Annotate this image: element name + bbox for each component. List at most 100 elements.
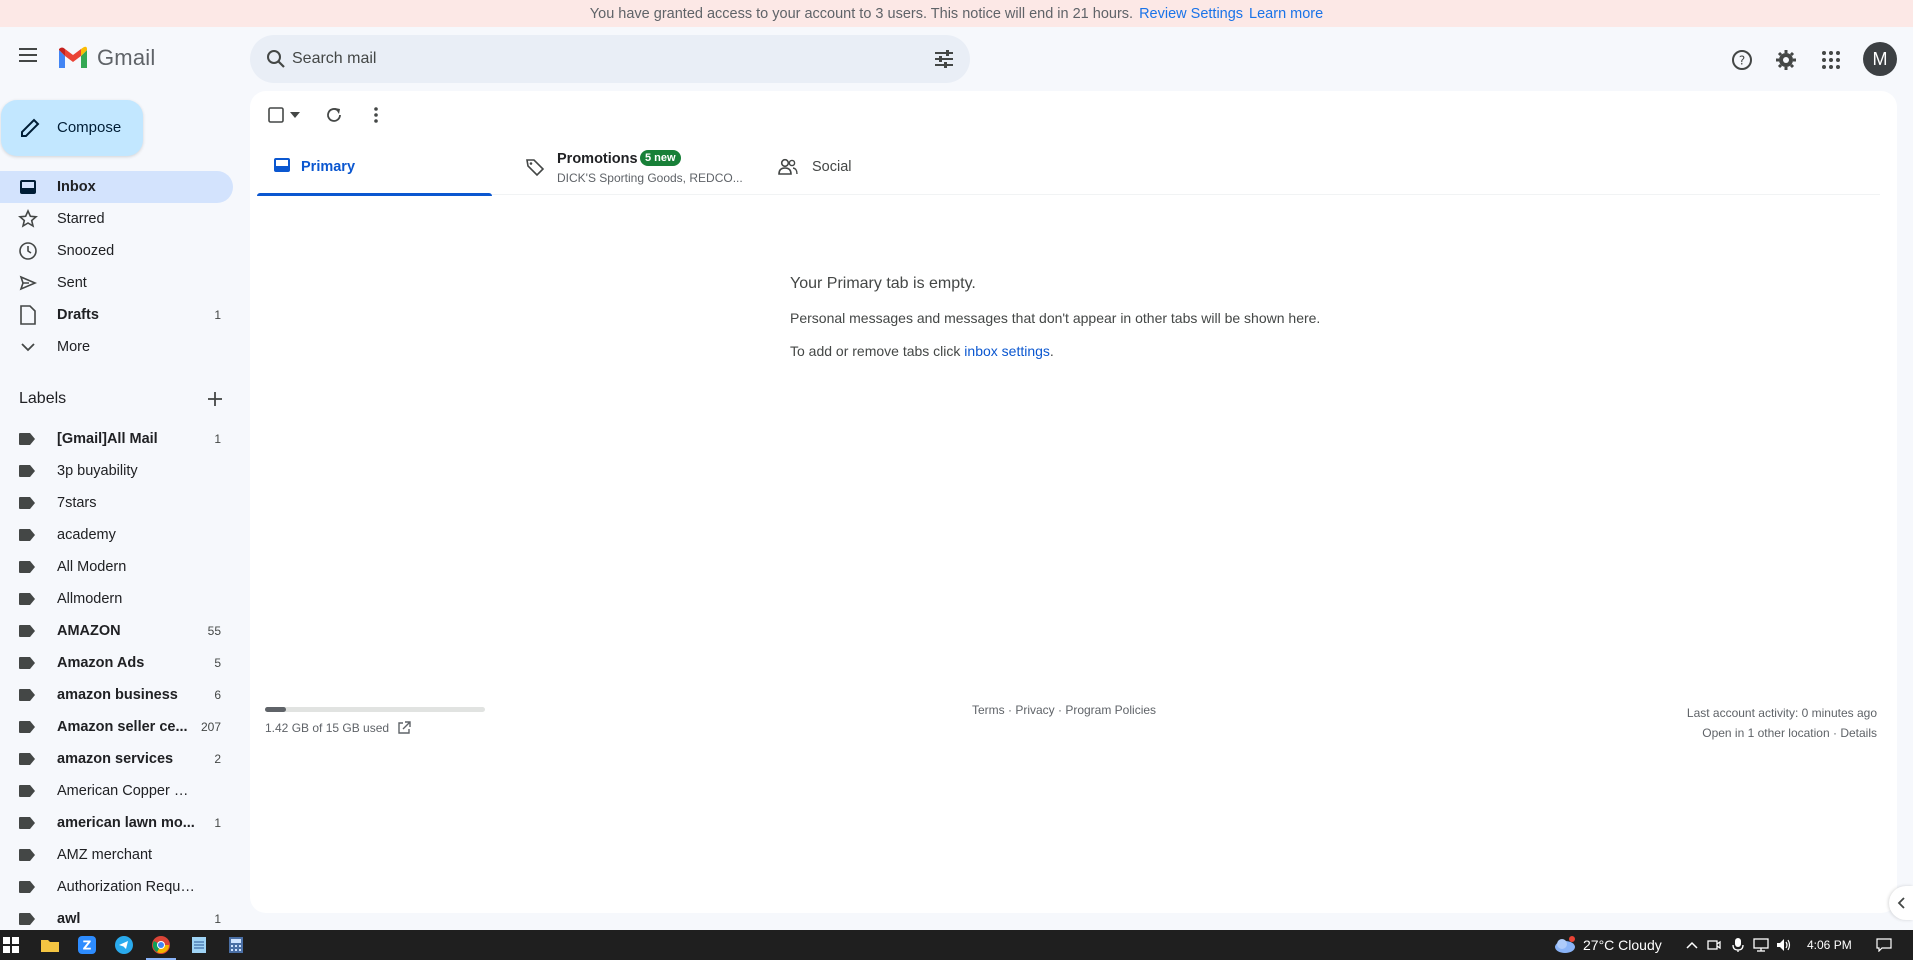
account-activity: Last account activity: 0 minutes ago Ope… [1687, 703, 1877, 743]
tab-social[interactable]: Social [762, 139, 962, 195]
notifications-button[interactable] [1873, 935, 1895, 955]
compose-button[interactable]: Compose [1, 100, 143, 156]
last-activity-text: Last account activity: 0 minutes ago [1686, 706, 1877, 720]
tray-network[interactable] [1750, 935, 1772, 955]
empty-hint-prefix: To add or remove tabs click [790, 343, 965, 359]
account-avatar[interactable]: M [1863, 42, 1897, 76]
camera-icon [1707, 940, 1721, 950]
label-icon [19, 881, 35, 893]
nav-item-inbox[interactable]: Inbox [0, 171, 233, 203]
taskbar-zoom[interactable]: Z [76, 935, 98, 955]
storage-text: 1.42 GB of 15 GB used [265, 721, 390, 735]
footer-links[interactable]: Terms · Privacy · Program Policies [972, 703, 1156, 717]
chevron-up-icon [1686, 941, 1698, 949]
apps-button[interactable] [1814, 43, 1848, 77]
search-bar[interactable] [250, 35, 970, 83]
label-name: Authorization Request [57, 879, 197, 895]
taskbar-notepad[interactable] [188, 935, 210, 955]
more-actions-button[interactable] [364, 103, 388, 127]
search-options-icon[interactable] [932, 47, 956, 71]
create-label-button[interactable] [204, 388, 226, 410]
label-icon [19, 913, 35, 925]
labels-heading: Labels [19, 390, 67, 407]
taskbar-telegram[interactable] [113, 935, 135, 955]
label-name: academy [57, 527, 116, 543]
label-item[interactable]: AMZ merchant [0, 839, 233, 871]
label-item[interactable]: Amazon Ads 5 [0, 647, 233, 679]
label-item[interactable]: [Gmail]All Mail 1 [0, 423, 233, 455]
weather-widget[interactable]: 27°C Cloudy [1553, 936, 1662, 954]
nav-item-starred[interactable]: Starred [0, 203, 233, 235]
taskbar-chrome[interactable] [146, 935, 176, 960]
label-item[interactable]: American Copper Brass [0, 775, 233, 807]
label-item[interactable]: AMAZON 55 [0, 615, 233, 647]
taskbar-file-explorer[interactable] [39, 935, 61, 955]
storage-info: 1.42 GB of 15 GB used [265, 721, 411, 735]
label-item[interactable]: academy [0, 519, 233, 551]
network-icon [1753, 938, 1769, 952]
inbox-icon [18, 177, 38, 197]
label-item[interactable]: Amazon seller ce... 207 [0, 711, 233, 743]
notepad-app-icon [192, 937, 206, 953]
search-icon[interactable] [264, 47, 288, 71]
tab-primary[interactable]: Primary [257, 139, 492, 196]
tab-promotions[interactable]: Promotions 5 new DICK'S Sporting Goods, … [507, 139, 752, 195]
label-item[interactable]: 3p buyability [0, 455, 233, 487]
nav-item-drafts[interactable]: Drafts 1 [0, 299, 233, 331]
label-name: All Modern [57, 559, 127, 575]
nav-item-more[interactable]: More [0, 331, 233, 363]
mail-toolbar [250, 91, 1897, 139]
label-item[interactable]: amazon services 2 [0, 743, 233, 775]
nav-item-sent[interactable]: Sent [0, 267, 233, 299]
system-clock[interactable]: 4:06 PM [1807, 938, 1852, 952]
speaker-icon [1777, 939, 1791, 951]
tab-social-label: Social [812, 159, 852, 175]
tag-icon [526, 159, 545, 177]
taskbar-calculator[interactable] [225, 935, 247, 955]
clock-icon [18, 241, 38, 261]
nav-count-drafts: 1 [214, 308, 221, 322]
tray-overflow-button[interactable] [1681, 935, 1703, 955]
inbox-settings-link[interactable]: inbox settings [964, 343, 1050, 359]
label-item[interactable]: Authorization Request [0, 871, 233, 903]
label-item[interactable]: 7stars [0, 487, 233, 519]
tray-microphone[interactable] [1727, 935, 1749, 955]
learn-more-link[interactable]: Learn more [1249, 6, 1323, 22]
tray-volume[interactable] [1773, 935, 1795, 955]
review-settings-link[interactable]: Review Settings [1139, 6, 1243, 22]
label-name: 3p buyability [57, 463, 138, 479]
activity-details-link[interactable]: Open in 1 other location · Details [1687, 723, 1877, 743]
inbox-icon [274, 158, 290, 172]
label-item[interactable]: amazon business 6 [0, 679, 233, 711]
label-count: 1 [214, 432, 221, 446]
chevron-down-icon [18, 337, 38, 357]
label-name: Amazon seller ce... [57, 719, 188, 735]
settings-button[interactable] [1769, 43, 1803, 77]
nav-item-snoozed[interactable]: Snoozed [0, 235, 233, 267]
help-icon: ? [1732, 50, 1752, 70]
label-name: American Copper Brass [57, 783, 197, 799]
label-item[interactable]: awl 1 [0, 903, 233, 930]
main-menu-button[interactable] [12, 38, 46, 72]
main-nav: Inbox Starred Snoozed Sent Drafts 1 More [0, 171, 233, 363]
label-count: 1 [214, 816, 221, 830]
label-icon [19, 465, 35, 477]
select-all-checkbox[interactable] [264, 103, 304, 127]
gmail-logo[interactable]: Gmail [57, 45, 155, 71]
telegram-app-icon [115, 936, 133, 954]
people-icon [778, 158, 798, 175]
label-item[interactable]: american lawn mo... 1 [0, 807, 233, 839]
help-button[interactable]: ? [1725, 43, 1759, 77]
gmail-m-icon [59, 46, 87, 68]
main-panel: Primary Promotions 5 new DICK'S Sporting… [250, 91, 1897, 913]
refresh-button[interactable] [322, 103, 346, 127]
label-item[interactable]: All Modern [0, 551, 233, 583]
side-panel-toggle[interactable] [1889, 886, 1913, 920]
tray-meet-icon[interactable] [1703, 935, 1725, 955]
app-name: Gmail [97, 45, 156, 70]
search-input[interactable] [292, 47, 852, 71]
svg-text:?: ? [1739, 54, 1745, 68]
open-external-icon[interactable] [397, 721, 411, 735]
start-button[interactable] [0, 935, 22, 955]
label-item[interactable]: Allmodern [0, 583, 233, 615]
